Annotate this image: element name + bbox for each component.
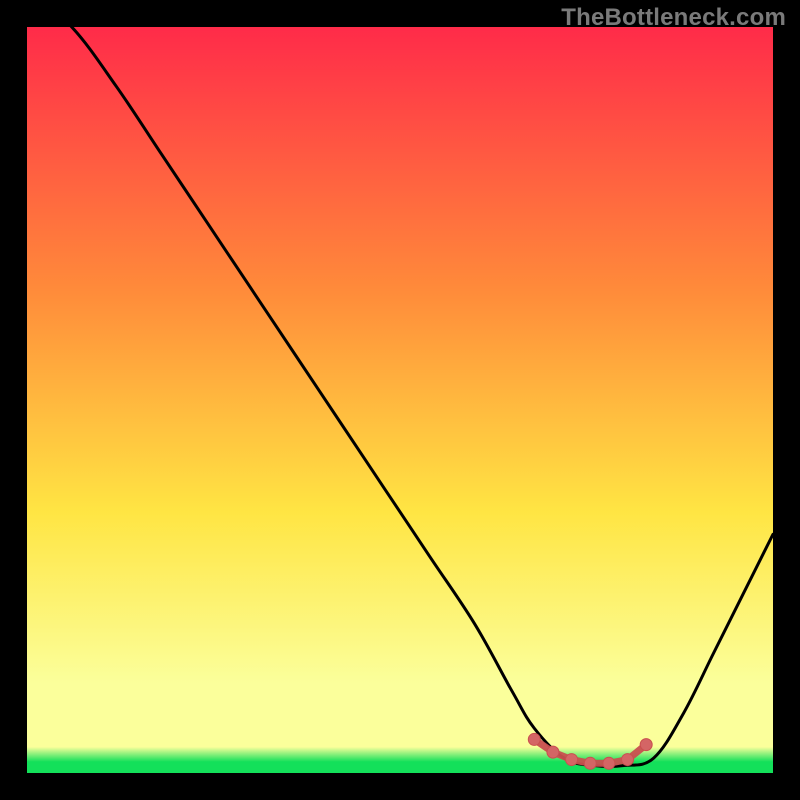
optimal-range-marker [584,757,596,769]
optimal-range-marker [547,746,559,758]
chart-frame: TheBottleneck.com [0,0,800,800]
optimal-range-marker [622,754,634,766]
optimal-range-marker [566,754,578,766]
optimal-range-marker [528,733,540,745]
optimal-range-marker [603,757,615,769]
optimal-range-marker [640,739,652,751]
chart-svg [27,27,773,773]
gradient-background [27,27,773,773]
plot-area [27,27,773,773]
